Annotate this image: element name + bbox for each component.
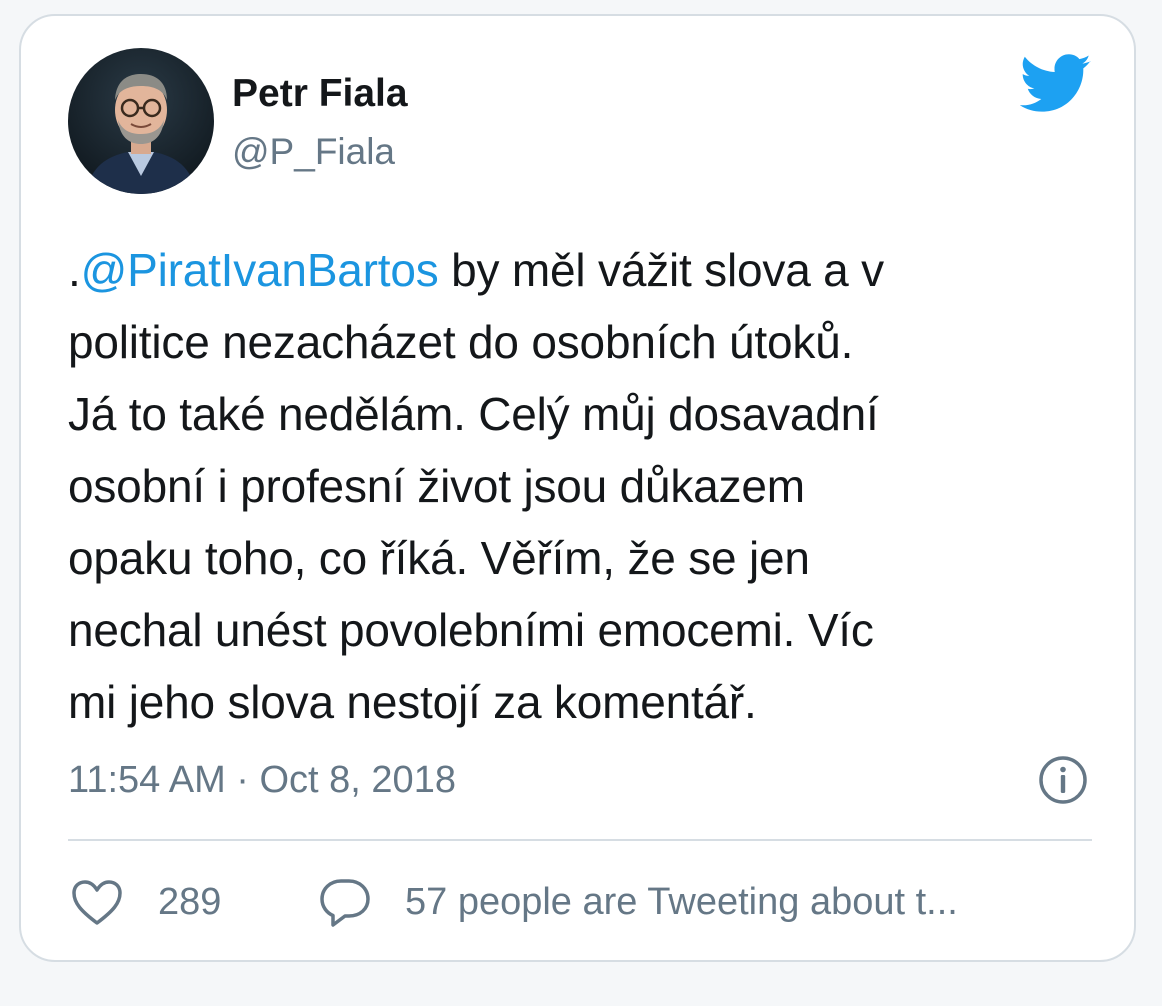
tweeting-about-link[interactable]: 57 people are Tweeting about t... bbox=[405, 880, 958, 924]
author-handle[interactable]: @P_Fiala bbox=[232, 130, 395, 174]
tweet-line-6: nechal unést povolebními emocemi. Víc bbox=[68, 604, 874, 656]
info-icon[interactable] bbox=[1038, 755, 1088, 805]
tweet-line-3: Já to také nedělám. Celý můj dosavadní bbox=[68, 388, 879, 440]
tweet-line-1: .@PiratIvanBartos by měl vážit slova a v bbox=[68, 244, 884, 296]
tweet-card: Petr Fiala @P_Fiala .@PiratIvanBartos by… bbox=[19, 14, 1136, 962]
tweet-line-2: politice nezacházet do osobních útoků. bbox=[68, 316, 854, 368]
mention-link[interactable]: @PiratIvanBartos bbox=[81, 244, 439, 296]
avatar-photo bbox=[68, 48, 214, 194]
tweet-timestamp[interactable]: 11:54 AM · Oct 8, 2018 bbox=[68, 758, 456, 802]
tweet-text: .@PiratIvanBartos by měl vážit slova a v… bbox=[68, 234, 1108, 738]
tweet-line-7: mi jeho slova nestojí za komentář. bbox=[68, 676, 757, 728]
tweet-line-5: opaku toho, co říká. Věřím, že se jen bbox=[68, 532, 810, 584]
tweet-line-4: osobní i profesní život jsou důkazem bbox=[68, 460, 805, 512]
divider bbox=[68, 839, 1092, 841]
avatar[interactable] bbox=[68, 48, 214, 194]
like-count[interactable]: 289 bbox=[158, 880, 221, 924]
author-name[interactable]: Petr Fiala bbox=[232, 72, 408, 116]
heart-icon[interactable] bbox=[71, 879, 123, 927]
speech-bubble-icon[interactable] bbox=[319, 878, 371, 928]
twitter-bird-icon[interactable] bbox=[1020, 54, 1092, 114]
